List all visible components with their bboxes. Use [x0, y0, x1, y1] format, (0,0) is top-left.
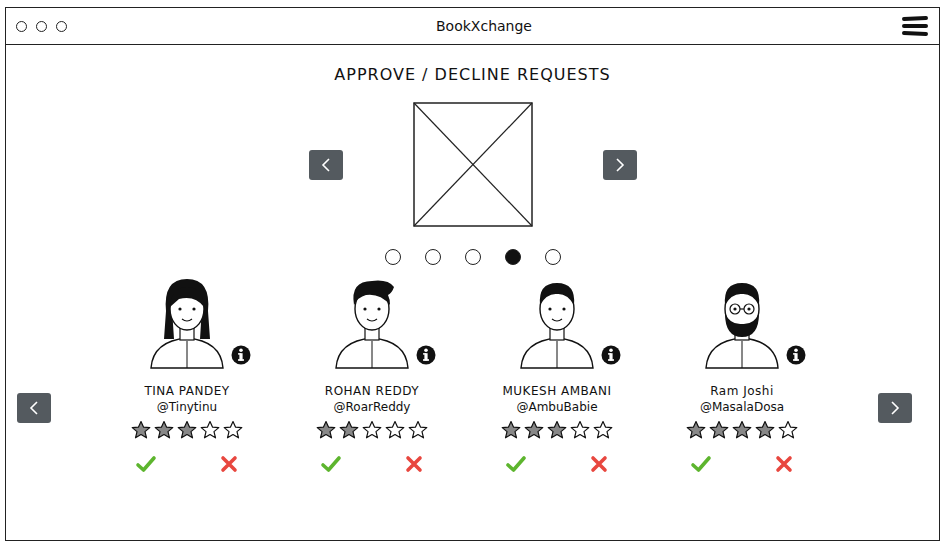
carousel-dot[interactable]	[505, 249, 521, 265]
window-control-icon[interactable]	[16, 21, 27, 32]
browser-window: BookXchange APPROVE / DECLINE REQUESTS T…	[5, 7, 940, 541]
info-icon[interactable]	[416, 345, 436, 365]
info-icon[interactable]	[786, 345, 806, 365]
star-icon	[200, 420, 220, 440]
star-icon	[593, 420, 613, 440]
carousel-dot[interactable]	[425, 249, 441, 265]
book-carousel	[309, 102, 637, 227]
user-name: MUKESH AMBANI	[502, 383, 611, 399]
star-icon	[524, 420, 544, 440]
carousel-dot[interactable]	[385, 249, 401, 265]
star-icon	[408, 420, 428, 440]
chevron-right-icon	[883, 393, 907, 423]
decline-cross-icon[interactable]	[774, 454, 794, 474]
user-handle: @RoarReddy	[334, 399, 411, 416]
avatar	[322, 269, 422, 369]
chevron-right-icon	[608, 150, 632, 180]
star-icon	[778, 420, 798, 440]
request-card: ROHAN REDDY @RoarReddy	[287, 269, 457, 474]
user-handle: @MasalaDosa	[700, 399, 784, 416]
user-name: Ram Joshi	[710, 383, 774, 399]
info-icon[interactable]	[231, 345, 251, 365]
approve-check-icon[interactable]	[135, 454, 157, 474]
star-icon	[339, 420, 359, 440]
request-actions	[505, 454, 609, 474]
user-avatar-icon	[692, 269, 792, 369]
requests-next-button[interactable]	[878, 393, 912, 423]
carousel-dots	[385, 249, 561, 265]
avatar	[137, 269, 237, 369]
carousel-next-button[interactable]	[603, 150, 637, 180]
user-avatar-icon	[137, 269, 237, 369]
user-name: ROHAN REDDY	[325, 383, 419, 399]
request-card: TINA PANDEY @Tinytinu	[102, 269, 272, 474]
request-actions	[320, 454, 424, 474]
book-image	[413, 102, 533, 227]
decline-cross-icon[interactable]	[219, 454, 239, 474]
approve-check-icon[interactable]	[690, 454, 712, 474]
star-icon	[316, 420, 336, 440]
hamburger-menu-icon[interactable]	[901, 15, 929, 37]
star-icon	[223, 420, 243, 440]
rating	[501, 420, 613, 440]
chevron-left-icon	[22, 393, 46, 423]
window-title: BookXchange	[67, 18, 901, 34]
rating	[131, 420, 243, 440]
content: APPROVE / DECLINE REQUESTS TINA PANDEY @…	[6, 45, 939, 540]
avatar	[692, 269, 792, 369]
approve-check-icon[interactable]	[320, 454, 342, 474]
carousel-dot[interactable]	[465, 249, 481, 265]
chevron-left-icon	[314, 150, 338, 180]
avatar	[507, 269, 607, 369]
user-avatar-icon	[507, 269, 607, 369]
requests-prev-button[interactable]	[17, 393, 51, 423]
user-name: TINA PANDEY	[144, 383, 229, 399]
user-handle: @AmbuBabie	[516, 399, 597, 416]
rating	[316, 420, 428, 440]
decline-cross-icon[interactable]	[589, 454, 609, 474]
star-icon	[547, 420, 567, 440]
user-avatar-icon	[322, 269, 422, 369]
page: BookXchange APPROVE / DECLINE REQUESTS T…	[0, 0, 945, 551]
star-icon	[385, 420, 405, 440]
star-icon	[362, 420, 382, 440]
requests-row: TINA PANDEY @Tinytinu ROHAN REDDY @RoarR…	[6, 269, 939, 474]
carousel-dot[interactable]	[545, 249, 561, 265]
star-icon	[131, 420, 151, 440]
page-heading: APPROVE / DECLINE REQUESTS	[334, 65, 610, 85]
request-list: TINA PANDEY @Tinytinu ROHAN REDDY @RoarR…	[51, 269, 878, 474]
star-icon	[154, 420, 174, 440]
star-icon	[755, 420, 775, 440]
window-control-icon[interactable]	[56, 21, 67, 32]
star-icon	[501, 420, 521, 440]
star-icon	[570, 420, 590, 440]
star-icon	[177, 420, 197, 440]
star-icon	[686, 420, 706, 440]
request-card: MUKESH AMBANI @AmbuBabie	[472, 269, 642, 474]
star-icon	[709, 420, 729, 440]
request-card: Ram Joshi @MasalaDosa	[657, 269, 827, 474]
decline-cross-icon[interactable]	[404, 454, 424, 474]
approve-check-icon[interactable]	[505, 454, 527, 474]
user-handle: @Tinytinu	[157, 399, 217, 416]
star-icon	[732, 420, 752, 440]
info-icon[interactable]	[601, 345, 621, 365]
window-control-icon[interactable]	[36, 21, 47, 32]
title-bar: BookXchange	[6, 8, 939, 45]
carousel-prev-button[interactable]	[309, 150, 343, 180]
request-actions	[135, 454, 239, 474]
rating	[686, 420, 798, 440]
request-actions	[690, 454, 794, 474]
window-controls	[16, 21, 67, 32]
